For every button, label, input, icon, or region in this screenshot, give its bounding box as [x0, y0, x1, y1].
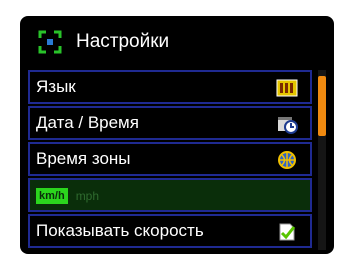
unit-option-selected[interactable]: km/h [36, 188, 68, 204]
calendar-clock-icon [278, 117, 298, 134]
menu-item-date-time[interactable]: Дата / Время [28, 106, 312, 140]
menu-item-show-speed[interactable]: Показывать скорость [28, 214, 312, 248]
scrollbar[interactable] [318, 70, 326, 250]
menu-item-label: Показывать скорость [36, 221, 204, 240]
checkbox-checked-icon [279, 223, 296, 241]
menu-item-label: Язык [36, 77, 76, 96]
unit-option-other[interactable]: mph [76, 189, 99, 203]
settings-target-icon [38, 30, 62, 54]
scrollbar-thumb[interactable] [318, 76, 326, 136]
menu-item-language[interactable]: Язык [28, 70, 312, 104]
header: Настройки [20, 16, 334, 68]
abc-icon [276, 79, 298, 97]
settings-list: Язык Дата / Время Время зоны km/h mph По… [28, 70, 312, 250]
menu-item-label: Время зоны [36, 149, 131, 168]
menu-item-label: Дата / Время [36, 113, 139, 132]
menu-item-time-zone[interactable]: Время зоны [28, 142, 312, 176]
page-title: Настройки [76, 31, 170, 52]
menu-item-speed-units[interactable]: km/h mph [28, 178, 312, 212]
globe-icon [278, 151, 296, 169]
settings-screen: Настройки Язык Дата / Время Время зоны k… [20, 16, 334, 254]
speed-units-toggle[interactable]: km/h mph [36, 188, 99, 204]
